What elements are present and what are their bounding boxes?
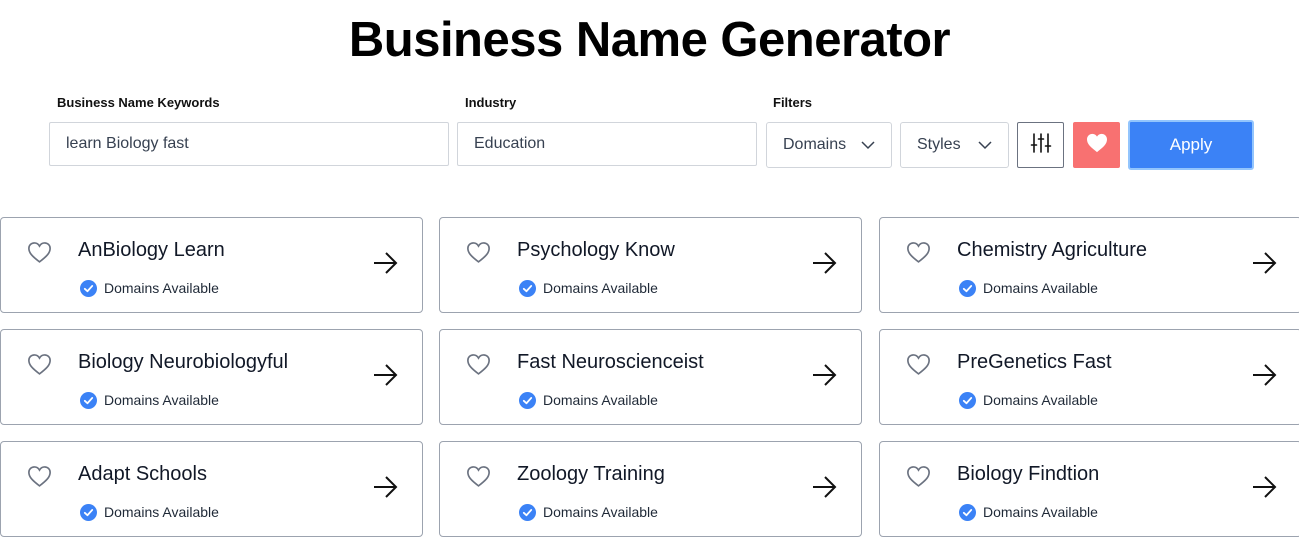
check-circle-icon bbox=[80, 504, 97, 526]
business-name: PreGenetics Fast bbox=[957, 351, 1112, 373]
result-card[interactable]: Biology Findtion Domains Available bbox=[879, 441, 1299, 537]
result-card[interactable]: AnBiology Learn Domains Available bbox=[0, 217, 423, 313]
filters-label: Filters bbox=[773, 95, 813, 110]
heart-outline-icon[interactable] bbox=[906, 241, 931, 269]
domain-status: Domains Available bbox=[543, 392, 658, 408]
domain-status: Domains Available bbox=[104, 280, 219, 296]
business-name: Biology Neurobiologyful bbox=[78, 351, 289, 373]
domain-status: Domains Available bbox=[983, 504, 1098, 520]
check-circle-icon bbox=[80, 392, 97, 414]
check-circle-icon bbox=[959, 504, 976, 526]
business-name: Psychology Know bbox=[517, 239, 675, 261]
arrow-right-icon[interactable] bbox=[812, 252, 837, 279]
business-name: Chemistry Agriculture bbox=[957, 239, 1148, 261]
domains-select-label: Domains bbox=[783, 136, 847, 153]
chevron-down-icon bbox=[861, 140, 875, 150]
heart-filled-icon bbox=[1086, 133, 1108, 158]
check-circle-icon bbox=[959, 280, 976, 302]
check-circle-icon bbox=[80, 280, 97, 302]
domain-status: Domains Available bbox=[543, 280, 658, 296]
business-name: Biology Findtion bbox=[957, 463, 1100, 485]
result-card[interactable]: PreGenetics Fast Domains Available bbox=[879, 329, 1299, 425]
styles-select[interactable]: Styles bbox=[900, 122, 1009, 168]
check-circle-icon bbox=[519, 504, 536, 526]
domains-select[interactable]: Domains bbox=[766, 122, 892, 168]
business-name: AnBiology Learn bbox=[78, 239, 225, 261]
heart-outline-icon[interactable] bbox=[466, 465, 491, 493]
heart-outline-icon[interactable] bbox=[466, 241, 491, 269]
advanced-filters-button[interactable] bbox=[1017, 122, 1064, 168]
result-card[interactable]: Biology Neurobiologyful Domains Availabl… bbox=[0, 329, 423, 425]
industry-label: Industry bbox=[465, 95, 517, 110]
styles-select-label: Styles bbox=[917, 136, 961, 153]
domain-status: Domains Available bbox=[983, 392, 1098, 408]
sliders-icon bbox=[1030, 132, 1052, 159]
heart-outline-icon[interactable] bbox=[466, 353, 491, 381]
arrow-right-icon[interactable] bbox=[373, 476, 398, 503]
arrow-right-icon[interactable] bbox=[812, 364, 837, 391]
arrow-right-icon[interactable] bbox=[373, 252, 398, 279]
domain-status: Domains Available bbox=[104, 504, 219, 520]
arrow-right-icon[interactable] bbox=[812, 476, 837, 503]
domain-status: Domains Available bbox=[104, 392, 219, 408]
check-circle-icon bbox=[519, 280, 536, 302]
check-circle-icon bbox=[959, 392, 976, 414]
apply-button[interactable]: Apply bbox=[1128, 120, 1254, 170]
industry-input[interactable] bbox=[457, 122, 757, 166]
business-name: Fast Neuroscienceist bbox=[517, 351, 704, 373]
result-card[interactable]: Adapt Schools Domains Available bbox=[0, 441, 423, 537]
business-name: Adapt Schools bbox=[78, 463, 207, 485]
check-circle-icon bbox=[519, 392, 536, 414]
chevron-down-icon bbox=[978, 140, 992, 150]
arrow-right-icon[interactable] bbox=[373, 364, 398, 391]
business-name: Zoology Training bbox=[517, 463, 665, 485]
result-card[interactable]: Fast Neuroscienceist Domains Available bbox=[439, 329, 862, 425]
result-card[interactable]: Zoology Training Domains Available bbox=[439, 441, 862, 537]
arrow-right-icon[interactable] bbox=[1252, 476, 1277, 503]
heart-outline-icon[interactable] bbox=[27, 241, 52, 269]
heart-outline-icon[interactable] bbox=[27, 465, 52, 493]
keywords-input[interactable] bbox=[49, 122, 449, 166]
result-card[interactable]: Chemistry Agriculture Domains Available bbox=[879, 217, 1299, 313]
keywords-label: Business Name Keywords bbox=[57, 95, 220, 110]
heart-outline-icon[interactable] bbox=[906, 465, 931, 493]
heart-outline-icon[interactable] bbox=[906, 353, 931, 381]
page: Business Name Generator Business Name Ke… bbox=[0, 0, 1299, 547]
result-card[interactable]: Psychology Know Domains Available bbox=[439, 217, 862, 313]
arrow-right-icon[interactable] bbox=[1252, 252, 1277, 279]
domain-status: Domains Available bbox=[983, 280, 1098, 296]
heart-outline-icon[interactable] bbox=[27, 353, 52, 381]
favorites-button[interactable] bbox=[1073, 122, 1120, 168]
page-title: Business Name Generator bbox=[348, 13, 951, 67]
arrow-right-icon[interactable] bbox=[1252, 364, 1277, 391]
domain-status: Domains Available bbox=[543, 504, 658, 520]
